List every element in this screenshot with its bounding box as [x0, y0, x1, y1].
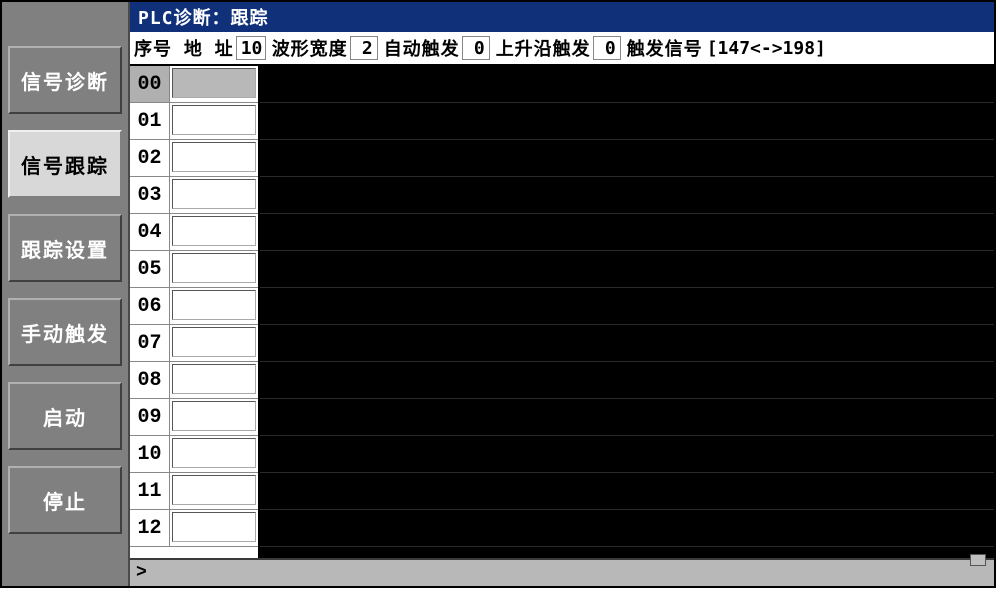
- param-auto-trigger-input[interactable]: 0: [462, 36, 490, 60]
- addr-row: 01: [130, 103, 258, 140]
- titlebar: PLC诊断：跟踪: [130, 2, 994, 32]
- param-seq-addr-input[interactable]: 10: [236, 36, 266, 60]
- sidebar-btn-manual-trigger[interactable]: 手动触发: [8, 298, 122, 366]
- addr-row: 04: [130, 214, 258, 251]
- param-wave-width-label: 波形宽度: [272, 35, 348, 61]
- addr-row-input[interactable]: [172, 179, 256, 209]
- waveform-gridline: [260, 324, 994, 325]
- param-rising-edge-input[interactable]: 0: [593, 36, 621, 60]
- addr-row: 03: [130, 177, 258, 214]
- sidebar-btn-trace-settings[interactable]: 跟踪设置: [8, 214, 122, 282]
- param-seq-addr-label: 序号 地 址: [134, 35, 234, 61]
- addr-row-num[interactable]: 06: [130, 288, 170, 324]
- addr-row-num[interactable]: 07: [130, 325, 170, 361]
- param-trigger-signal: 触发信号 [147<->198]: [625, 35, 826, 61]
- param-wave-width-input[interactable]: 2: [350, 36, 378, 60]
- param-rising-edge: 上升沿触发 0: [494, 35, 621, 61]
- addr-row: 09: [130, 399, 258, 436]
- app-window: 信号诊断 信号跟踪 跟踪设置 手动触发 启动 停止 PLC诊断：跟踪 序号 地 …: [0, 0, 996, 588]
- param-wave-width: 波形宽度 2: [270, 35, 378, 61]
- sidebar-btn-stop[interactable]: 停止: [8, 466, 122, 534]
- waveform-gridline: [260, 176, 994, 177]
- waveform-gridline: [260, 398, 994, 399]
- param-trigger-signal-label: 触发信号: [627, 35, 703, 61]
- addr-row-num[interactable]: 11: [130, 473, 170, 509]
- prompt-char: >: [136, 563, 147, 583]
- addr-row-num[interactable]: 10: [130, 436, 170, 472]
- addr-row-input[interactable]: [172, 253, 256, 283]
- addr-row-num[interactable]: 01: [130, 103, 170, 139]
- addr-row-num[interactable]: 04: [130, 214, 170, 250]
- param-auto-trigger: 自动触发 0: [382, 35, 490, 61]
- addr-row: 08: [130, 362, 258, 399]
- waveform-gridline: [260, 287, 994, 288]
- waveform-display[interactable]: [260, 66, 994, 558]
- waveform-gridline: [260, 139, 994, 140]
- addr-row-num[interactable]: 02: [130, 140, 170, 176]
- param-auto-trigger-label: 自动触发: [384, 35, 460, 61]
- waveform-gridline: [260, 509, 994, 510]
- addr-row-input[interactable]: [172, 475, 256, 505]
- addr-row-input[interactable]: [172, 364, 256, 394]
- addr-row-num[interactable]: 08: [130, 362, 170, 398]
- addr-row-input[interactable]: [172, 290, 256, 320]
- addr-row-num[interactable]: 03: [130, 177, 170, 213]
- addr-row-input[interactable]: [172, 216, 256, 246]
- addr-row: 05: [130, 251, 258, 288]
- scrollbar-thumb[interactable]: [970, 554, 986, 566]
- waveform-gridline: [260, 213, 994, 214]
- addr-row-input[interactable]: [172, 327, 256, 357]
- sidebar-btn-signal-diagnose[interactable]: 信号诊断: [8, 46, 122, 114]
- addr-row: 11: [130, 473, 258, 510]
- param-row: 序号 地 址 10 波形宽度 2 自动触发 0 上升沿触发 0 触发信号 [14…: [130, 32, 994, 66]
- param-trigger-signal-value: [147<->198]: [707, 38, 826, 59]
- waveform-gridline: [260, 361, 994, 362]
- addr-row-input[interactable]: [172, 142, 256, 172]
- sidebar-btn-start[interactable]: 启动: [8, 382, 122, 450]
- sidebar-spacer: [2, 2, 128, 38]
- waveform-gridline: [260, 102, 994, 103]
- sidebar-btn-signal-trace[interactable]: 信号跟踪: [8, 130, 122, 198]
- addr-row-input[interactable]: [172, 512, 256, 542]
- addr-row-input[interactable]: [172, 68, 256, 98]
- addr-row-input[interactable]: [172, 401, 256, 431]
- addr-row-input[interactable]: [172, 438, 256, 468]
- waveform-gridline: [260, 250, 994, 251]
- param-rising-edge-label: 上升沿触发: [496, 35, 591, 61]
- body-area: 00010203040506070809101112: [130, 66, 994, 558]
- addr-row-num[interactable]: 09: [130, 399, 170, 435]
- waveform-gridline: [260, 546, 994, 547]
- addr-row-input[interactable]: [172, 105, 256, 135]
- waveform-gridline: [260, 435, 994, 436]
- sidebar: 信号诊断 信号跟踪 跟踪设置 手动触发 启动 停止: [2, 2, 130, 586]
- addr-row: 07: [130, 325, 258, 362]
- addr-row: 02: [130, 140, 258, 177]
- main-panel: PLC诊断：跟踪 序号 地 址 10 波形宽度 2 自动触发 0 上升沿触发 0…: [130, 2, 994, 586]
- addr-row-num[interactable]: 05: [130, 251, 170, 287]
- addr-row: 06: [130, 288, 258, 325]
- addr-row-num[interactable]: 00: [130, 66, 170, 102]
- addr-row: 10: [130, 436, 258, 473]
- addr-row-num[interactable]: 12: [130, 510, 170, 546]
- waveform-gridline: [260, 472, 994, 473]
- titlebar-text: PLC诊断：跟踪: [138, 4, 269, 30]
- addr-row: 12: [130, 510, 258, 547]
- param-seq-addr: 序号 地 址 10: [132, 35, 266, 61]
- footer-prompt[interactable]: >: [130, 558, 994, 586]
- addr-row: 00: [130, 66, 258, 103]
- address-column: 00010203040506070809101112: [130, 66, 260, 558]
